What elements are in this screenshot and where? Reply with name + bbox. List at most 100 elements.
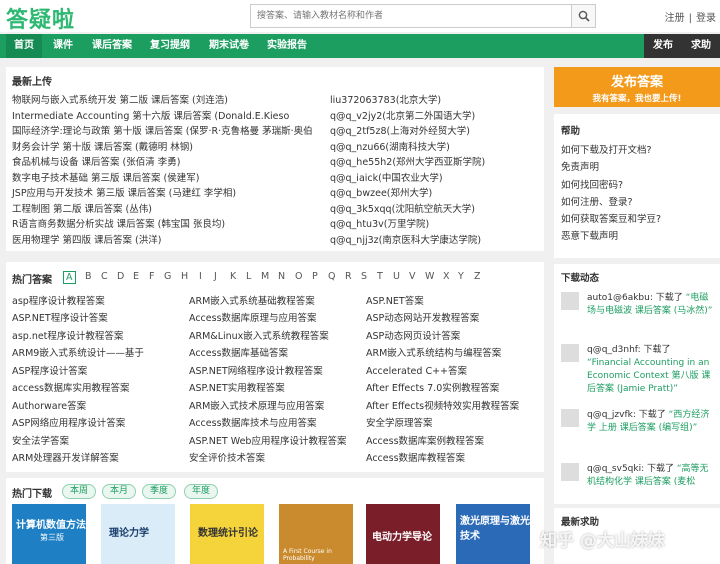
- nav-review[interactable]: 复习提纲: [142, 34, 198, 58]
- hot-answer-link[interactable]: ASP.NET答案: [366, 293, 424, 307]
- help-link[interactable]: 免责声明: [561, 159, 599, 173]
- help-link[interactable]: 恶意下载声明: [561, 228, 618, 242]
- site-logo[interactable]: 答疑啦: [6, 2, 75, 34]
- hot-answer-link[interactable]: Access数据库案例教程答案: [366, 433, 484, 447]
- book-cover[interactable]: A First Course in Probability: [279, 504, 353, 564]
- help-link[interactable]: 如何获取答案豆和学豆?: [561, 211, 661, 225]
- nav-help-request-button[interactable]: 求助: [682, 34, 720, 58]
- hot-answer-link[interactable]: ARM处理器开发详解答案: [12, 450, 119, 464]
- help-link[interactable]: 如何注册、登录?: [561, 194, 633, 208]
- hot-answer-link[interactable]: ASP.NET程序设计答案: [12, 310, 108, 324]
- latest-book[interactable]: 财务会计学 第十版 课后答案 (戴德明 林钢): [12, 139, 193, 153]
- letter-filter[interactable]: A: [63, 271, 76, 284]
- book-cover[interactable]: 计算机数值方法 第三版: [12, 504, 86, 564]
- hot-answer-link[interactable]: ASP动态网站开发教程答案: [366, 310, 479, 324]
- latest-book[interactable]: 食品机械与设备 课后答案 (张佰清 李勇): [12, 154, 180, 168]
- nav-courseware[interactable]: 课件: [45, 34, 81, 58]
- activity-user[interactable]: auto1@6akbu:: [587, 293, 653, 303]
- activity-book[interactable]: “Financial Accounting in an Economic Con…: [587, 358, 710, 394]
- nav-home[interactable]: 首页: [6, 34, 42, 58]
- latest-book[interactable]: R语言商务数据分析实战 课后答案 (韩宝国 张良均): [12, 216, 225, 230]
- latest-book[interactable]: 工程制图 第二版 课后答案 (丛伟): [12, 201, 152, 215]
- nav-exams[interactable]: 期末试卷: [201, 34, 257, 58]
- help-link[interactable]: 如何下载及打开文档?: [561, 142, 652, 156]
- letter-filter[interactable]: U: [393, 271, 400, 282]
- letter-filter[interactable]: V: [409, 271, 416, 282]
- latest-book[interactable]: 数字电子技术基础 第三版 课后答案 (侯建军): [12, 170, 199, 184]
- hot-answer-link[interactable]: Authorware答案: [12, 398, 86, 412]
- letter-filter[interactable]: T: [377, 271, 383, 282]
- publish-answer-button[interactable]: 发布答案 我有答案，我也要上传!: [554, 67, 720, 107]
- letter-filter[interactable]: H: [181, 271, 188, 282]
- register-link[interactable]: 注册: [665, 13, 685, 24]
- latest-book[interactable]: JSP应用与开发技术 第三版 课后答案 (马建红 李学相): [12, 185, 236, 199]
- letter-filter[interactable]: K: [230, 271, 236, 282]
- hot-answer-link[interactable]: ASP.NET实用教程答案: [189, 380, 285, 394]
- book-cover[interactable]: 激光原理与激光技术: [456, 504, 530, 564]
- nav-answers[interactable]: 课后答案: [84, 34, 140, 58]
- latest-book[interactable]: 国际经济学:理论与政策 第十版 课后答案 (保罗·R·克鲁格曼 茅瑞斯·奥伯: [12, 123, 313, 137]
- letter-filter[interactable]: E: [133, 271, 139, 282]
- hot-answer-link[interactable]: ASP.NET网络程序设计教程答案: [189, 363, 323, 377]
- hot-answer-link[interactable]: access数据库实用教程答案: [12, 380, 130, 394]
- letter-filter[interactable]: S: [361, 271, 367, 282]
- letter-filter[interactable]: G: [164, 271, 171, 282]
- nav-publish-button[interactable]: 发布: [644, 34, 682, 58]
- hot-answer-link[interactable]: ASP网络应用程序设计答案: [12, 415, 125, 429]
- book-cover[interactable]: 理论力学: [101, 504, 175, 564]
- letter-filter[interactable]: I: [199, 271, 202, 282]
- activity-user[interactable]: q@q_d3nhf:: [587, 345, 641, 355]
- activity-user[interactable]: q@q_jzvfk:: [587, 410, 636, 420]
- hot-answer-link[interactable]: ARM嵌入式技术原理与应用答案: [189, 398, 324, 412]
- hot-answer-link[interactable]: asp程序设计教程答案: [12, 293, 105, 307]
- hot-answer-link[interactable]: ARM&Linux嵌入式系统教程答案: [189, 328, 329, 342]
- hot-answer-link[interactable]: After Effects视频特效实用教程答案: [366, 398, 519, 412]
- book-cover[interactable]: 数理统计引论: [190, 504, 264, 564]
- tab-year[interactable]: 年度: [184, 484, 219, 499]
- login-link[interactable]: 登录: [696, 13, 716, 24]
- activity-user[interactable]: q@q_sv5qki:: [587, 464, 644, 474]
- latest-book[interactable]: 物联网与嵌入式系统开发 第二版 课后答案 (刘连浩): [12, 92, 228, 106]
- hot-answer-link[interactable]: Accelerated C++答案: [366, 363, 467, 377]
- help-link[interactable]: 如何找回密码?: [561, 177, 623, 191]
- search-input[interactable]: [251, 5, 571, 27]
- hot-answer-link[interactable]: Access数据库基础答案: [189, 345, 288, 359]
- hot-answer-link[interactable]: ARM9嵌入式系统设计——基于: [12, 345, 144, 359]
- book-cover[interactable]: 电动力学导论: [366, 504, 440, 564]
- nav-lab-reports[interactable]: 实验报告: [259, 34, 315, 58]
- letter-filter[interactable]: D: [117, 271, 124, 282]
- search-button[interactable]: [571, 5, 595, 27]
- letter-filter[interactable]: J: [214, 271, 217, 282]
- letter-filter[interactable]: C: [101, 271, 108, 282]
- letter-filter[interactable]: R: [345, 271, 352, 282]
- hot-answer-link[interactable]: ARM嵌入式系统结构与编程答案: [366, 345, 501, 359]
- hot-answer-link[interactable]: ARM嵌入式系统基础教程答案: [189, 293, 315, 307]
- letter-filter[interactable]: M: [261, 271, 269, 282]
- letter-filter[interactable]: F: [149, 271, 154, 282]
- hot-answer-link[interactable]: 安全法学答案: [12, 433, 69, 447]
- latest-book[interactable]: 医用物理学 第四版 课后答案 (洪洋): [12, 232, 161, 246]
- hot-answer-link[interactable]: 安全评价技术答案: [189, 450, 265, 464]
- hot-answer-link[interactable]: ASP动态网页设计答案: [366, 328, 460, 342]
- hot-answer-link[interactable]: 安全学原理答案: [366, 415, 433, 429]
- letter-filter[interactable]: W: [425, 271, 434, 282]
- letter-filter[interactable]: O: [295, 271, 302, 282]
- letter-filter[interactable]: N: [278, 271, 285, 282]
- letter-filter[interactable]: X: [443, 271, 450, 282]
- hot-answer-link[interactable]: Access数据库原理与应用答案: [189, 310, 317, 324]
- letter-filter[interactable]: Q: [328, 271, 335, 282]
- tab-week[interactable]: 本周: [62, 484, 97, 499]
- hot-answer-link[interactable]: After Effects 7.0实例教程答案: [366, 380, 499, 394]
- tab-month[interactable]: 本月: [102, 484, 137, 499]
- tab-quarter[interactable]: 季度: [142, 484, 177, 499]
- hot-answer-link[interactable]: Access数据库技术与应用答案: [189, 415, 317, 429]
- letter-filter[interactable]: P: [312, 271, 318, 282]
- letter-filter[interactable]: L: [246, 271, 251, 282]
- hot-answer-link[interactable]: ASP.NET Web应用程序设计教程答案: [189, 433, 346, 447]
- letter-filter[interactable]: B: [85, 271, 92, 282]
- hot-answer-link[interactable]: Access数据库教程答案: [366, 450, 465, 464]
- hot-answer-link[interactable]: ASP程序设计答案: [12, 363, 87, 377]
- latest-book[interactable]: Intermediate Accounting 第十六版 课后答案 (Donal…: [12, 108, 289, 122]
- letter-filter[interactable]: Z: [474, 271, 481, 282]
- hot-answer-link[interactable]: asp.net程序设计教程答案: [12, 328, 123, 342]
